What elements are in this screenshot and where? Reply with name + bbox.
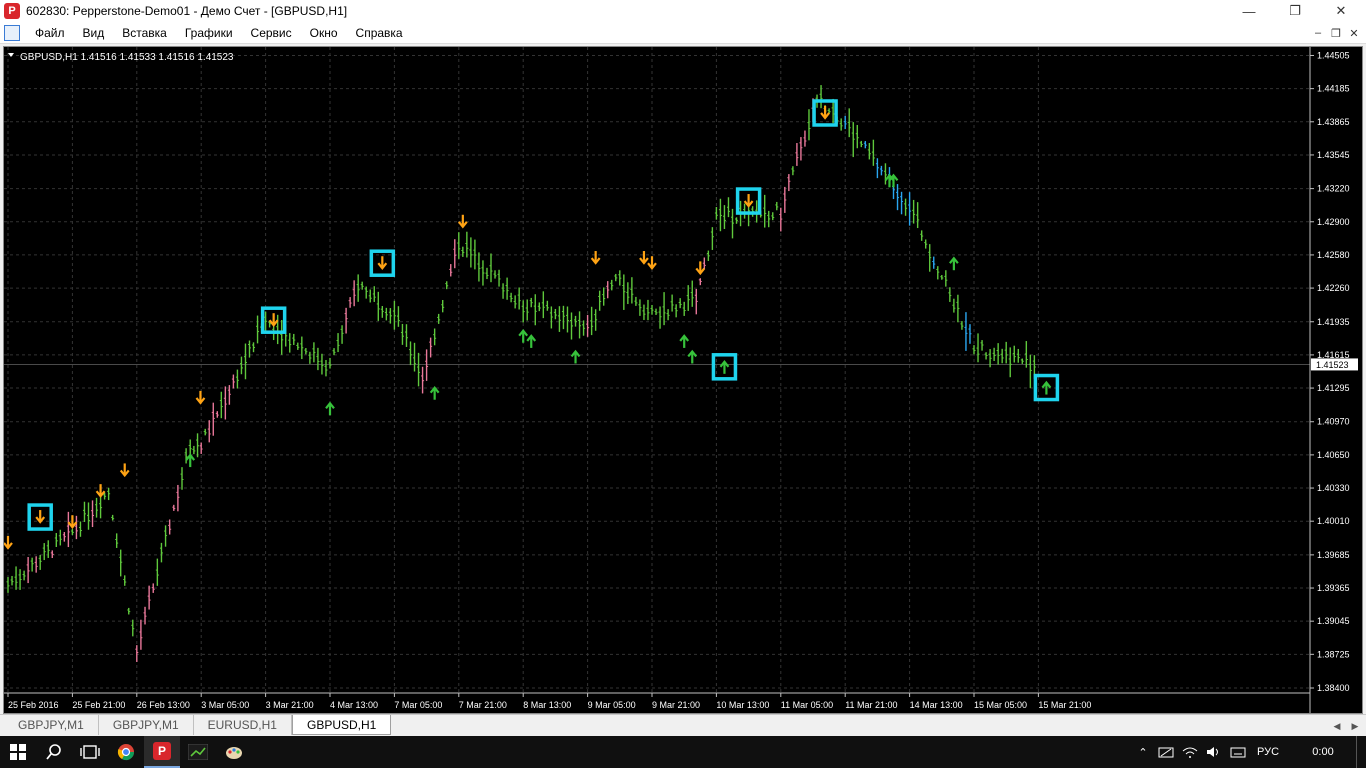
metatrader-taskbar-button[interactable]: P: [144, 736, 180, 768]
menu-insert[interactable]: Вставка: [113, 22, 176, 44]
time-tick-label: 11 Mar 21:00: [845, 700, 897, 710]
menu-tools[interactable]: Сервис: [242, 22, 301, 44]
close-button[interactable]: ✕: [1318, 0, 1364, 22]
price-tick-label: 1.43220: [1317, 184, 1350, 194]
taskbar: P ⌃ РУС 0:00: [0, 736, 1366, 768]
chart-restore-button[interactable]: ❐: [1328, 25, 1344, 41]
chart-area[interactable]: 1.44505 1.44185 1.43865 1.43545 1.43220 1.429…: [3, 46, 1363, 714]
search-icon: [46, 744, 61, 760]
time-tick-label: 14 Mar 13:00: [910, 700, 963, 710]
price-tick-label: 1.40650: [1317, 450, 1350, 460]
price-tick-label: 1.40330: [1317, 483, 1350, 493]
chart-close-button[interactable]: ✕: [1346, 25, 1362, 41]
tray-expand-icon[interactable]: ⌃: [1134, 736, 1152, 768]
menu-charts[interactable]: Графики: [176, 22, 242, 44]
time-tick-label: 25 Feb 21:00: [72, 700, 125, 710]
menu-bar: Файл Вид Вставка Графики Сервис Окно Спр…: [0, 22, 1366, 44]
price-tick-label: 1.41935: [1317, 317, 1350, 327]
chart-tab-bar: GBPJPY,M1 GBPJPY,M1 EURUSD,H1 GBPUSD,H1 …: [0, 714, 1366, 736]
price-tick-label: 1.39045: [1317, 616, 1350, 626]
time-tick-label: 4 Mar 13:00: [330, 700, 378, 710]
windows-logo-icon: [10, 744, 26, 760]
menu-file[interactable]: Файл: [26, 22, 74, 44]
time-tick-label: 10 Mar 13:00: [716, 700, 769, 710]
wifi-icon[interactable]: [1180, 736, 1200, 768]
price-tick-label: 1.44505: [1317, 50, 1350, 60]
tab-eurusd-h1[interactable]: EURUSD,H1: [194, 715, 292, 735]
price-tick-label: 1.41295: [1317, 383, 1350, 393]
menu-window[interactable]: Окно: [301, 22, 347, 44]
minimize-button[interactable]: —: [1226, 0, 1272, 22]
search-button[interactable]: [36, 736, 72, 768]
time-tick-label: 11 Mar 05:00: [781, 700, 833, 710]
chrome-taskbar-button[interactable]: [108, 736, 144, 768]
price-tick-label: 1.41615: [1317, 350, 1350, 360]
chart-symbol-header: GBPUSD,H1 1.41516 1.41533 1.41516 1.4152…: [20, 52, 234, 63]
task-view-button[interactable]: [72, 736, 108, 768]
pepperstone-app-icon: P: [153, 742, 171, 760]
price-tick-label: 1.44185: [1317, 84, 1350, 94]
tab-gbpjpy-m1-1[interactable]: GBPJPY,M1: [4, 715, 99, 735]
trading-terminal-icon: [188, 744, 208, 760]
paint-taskbar-button[interactable]: [216, 736, 252, 768]
time-tick-label: 3 Mar 05:00: [201, 700, 249, 710]
task-view-icon: [80, 745, 100, 759]
paint-palette-icon: [226, 747, 242, 759]
time-tick-label: 7 Mar 21:00: [459, 700, 507, 710]
price-tick-label: 1.42260: [1317, 283, 1350, 293]
keyboard-icon[interactable]: [1228, 736, 1248, 768]
chart-dropdown-icon[interactable]: [8, 53, 14, 57]
price-tick-label: 1.42580: [1317, 250, 1350, 260]
price-tick-label: 1.39365: [1317, 583, 1350, 593]
current-price-label: 1.41523: [1316, 360, 1349, 370]
time-tick-label: 3 Mar 21:00: [266, 700, 314, 710]
price-tick-label: 1.38400: [1317, 683, 1350, 693]
clock[interactable]: 0:00: [1300, 736, 1346, 768]
tab-scroll-left-icon[interactable]: ◀: [1330, 719, 1344, 733]
time-tick-label: 7 Mar 05:00: [394, 700, 442, 710]
time-tick-label: 8 Mar 13:00: [523, 700, 571, 710]
terminal-taskbar-button[interactable]: [180, 736, 216, 768]
time-tick-label: 15 Mar 21:00: [1038, 700, 1091, 710]
price-tick-label: 1.43545: [1317, 150, 1350, 160]
chart-minimize-button[interactable]: –: [1310, 25, 1326, 41]
price-tick-label: 1.43865: [1317, 117, 1350, 127]
language-indicator[interactable]: РУС: [1252, 736, 1284, 768]
time-tick-label: 9 Mar 05:00: [588, 700, 636, 710]
chart-window-icon[interactable]: [4, 24, 20, 41]
tray-network-status-icon[interactable]: [1156, 736, 1176, 768]
time-tick-label: 25 Feb 2016: [8, 700, 59, 710]
price-tick-label: 1.42900: [1317, 217, 1350, 227]
title-bar: P 602830: Pepperstone-Demo01 - Демо Счет…: [0, 0, 1366, 22]
menu-help[interactable]: Справка: [347, 22, 412, 44]
menu-view[interactable]: Вид: [74, 22, 114, 44]
start-button[interactable]: [0, 736, 36, 768]
time-tick-label: 26 Feb 13:00: [137, 700, 190, 710]
app-logo-icon: P: [4, 3, 20, 19]
time-tick-label: 15 Mar 05:00: [974, 700, 1027, 710]
volume-icon[interactable]: [1204, 736, 1224, 768]
price-tick-label: 1.39685: [1317, 550, 1350, 560]
price-tick-label: 1.38725: [1317, 649, 1350, 659]
time-tick-label: 9 Mar 21:00: [652, 700, 700, 710]
price-tick-label: 1.40010: [1317, 516, 1350, 526]
tab-gbpusd-h1[interactable]: GBPUSD,H1: [291, 715, 392, 735]
show-desktop-button[interactable]: [1356, 736, 1366, 768]
tab-gbpjpy-m1-2[interactable]: GBPJPY,M1: [99, 715, 194, 735]
tab-scroll-right-icon[interactable]: ▶: [1348, 719, 1362, 733]
maximize-button[interactable]: ❐: [1272, 0, 1318, 22]
chrome-icon: [117, 744, 135, 761]
price-tick-label: 1.40970: [1317, 417, 1350, 427]
price-chart[interactable]: 1.44505 1.44185 1.43865 1.43545 1.43220 1.429…: [4, 47, 1362, 713]
window-title: 602830: Pepperstone-Demo01 - Демо Счет -…: [26, 4, 348, 18]
